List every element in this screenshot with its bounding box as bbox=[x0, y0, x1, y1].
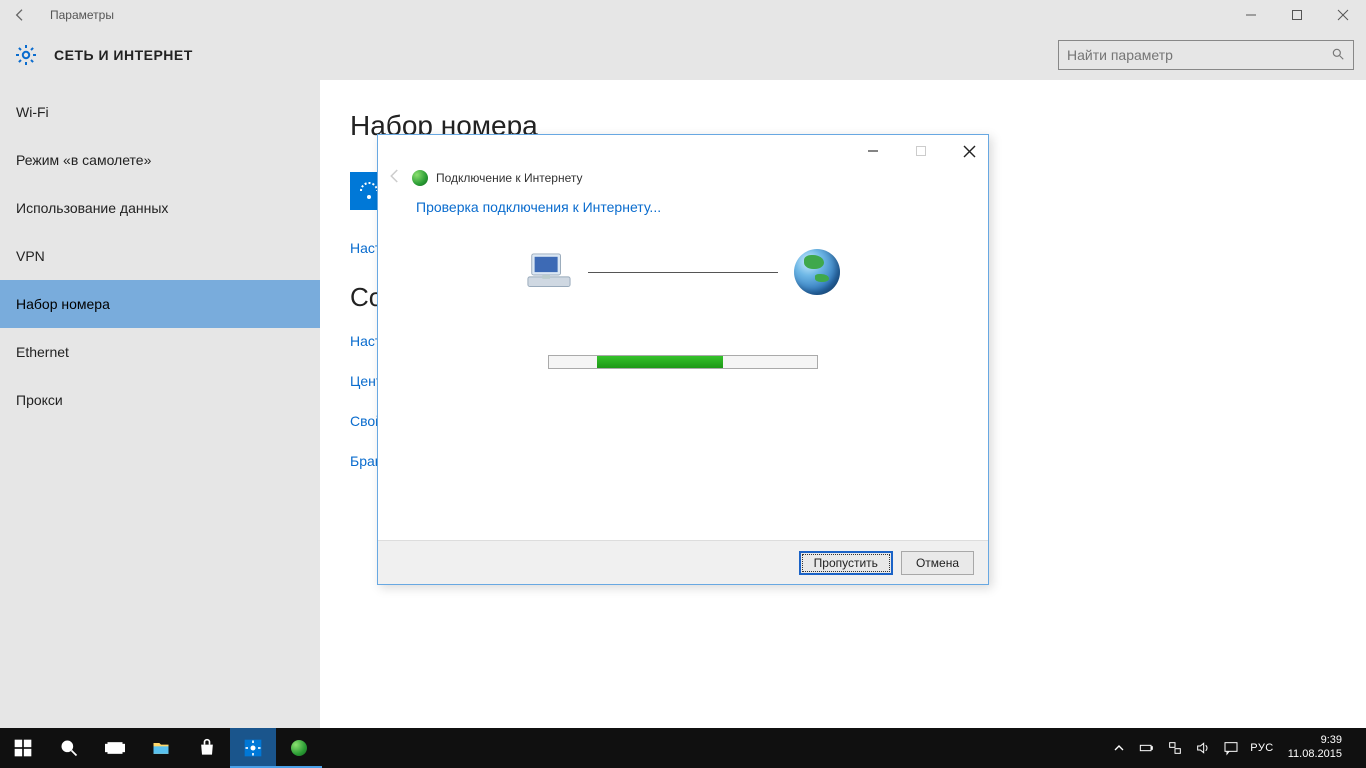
skip-button[interactable]: Пропустить bbox=[799, 551, 893, 575]
search-field[interactable] bbox=[1058, 40, 1354, 70]
window-title: Параметры bbox=[50, 8, 1228, 22]
wizard-heading: Проверка подключения к Интернету... bbox=[416, 199, 950, 215]
sidebar-item-wifi[interactable]: Wi-Fi bbox=[0, 88, 320, 136]
wizard-title: Подключение к Интернету bbox=[436, 171, 583, 185]
taskview-button[interactable] bbox=[92, 728, 138, 768]
clock-date: 11.08.2015 bbox=[1288, 748, 1342, 762]
wizard-taskbar-button[interactable] bbox=[276, 728, 322, 768]
computer-icon bbox=[526, 252, 572, 292]
wizard-globe-icon bbox=[412, 170, 428, 186]
language-indicator[interactable]: РУС bbox=[1250, 742, 1274, 754]
tray-chevron-icon[interactable] bbox=[1110, 739, 1128, 757]
cancel-button[interactable]: Отмена bbox=[901, 551, 974, 575]
connection-line-icon bbox=[588, 272, 778, 273]
volume-icon[interactable] bbox=[1194, 739, 1212, 757]
start-button[interactable] bbox=[0, 728, 46, 768]
sidebar-item-vpn[interactable]: VPN bbox=[0, 232, 320, 280]
settings-gear-icon bbox=[12, 41, 40, 69]
sidebar-item-airplane[interactable]: Режим «в самолете» bbox=[0, 136, 320, 184]
search-icon bbox=[1331, 47, 1345, 64]
wizard-close-button[interactable] bbox=[954, 139, 984, 163]
sidebar-item-ethernet[interactable]: Ethernet bbox=[0, 328, 320, 376]
page-title: СЕТЬ И ИНТЕРНЕТ bbox=[54, 47, 1058, 63]
search-button[interactable] bbox=[46, 728, 92, 768]
battery-icon[interactable] bbox=[1138, 739, 1156, 757]
clock-time: 9:39 bbox=[1288, 734, 1342, 748]
wizard-nav: Подключение к Интернету bbox=[378, 167, 988, 189]
sidebar-item-proxy[interactable]: Прокси bbox=[0, 376, 320, 424]
sidebar: Wi-Fi Режим «в самолете» Использование д… bbox=[0, 80, 320, 728]
explorer-taskbar-button[interactable] bbox=[138, 728, 184, 768]
sidebar-item-dialup[interactable]: Набор номера bbox=[0, 280, 320, 328]
taskbar: РУС 9:39 11.08.2015 bbox=[0, 728, 1366, 768]
wizard-titlebar bbox=[378, 135, 988, 167]
search-input[interactable] bbox=[1067, 47, 1331, 63]
sidebar-item-datausage[interactable]: Использование данных bbox=[0, 184, 320, 232]
store-taskbar-button[interactable] bbox=[184, 728, 230, 768]
maximize-button[interactable] bbox=[1274, 0, 1320, 30]
action-center-icon[interactable] bbox=[1222, 739, 1240, 757]
wizard-footer: Пропустить Отмена bbox=[378, 540, 988, 584]
system-tray: РУС 9:39 11.08.2015 bbox=[1110, 728, 1366, 768]
internet-globe-icon bbox=[794, 249, 840, 295]
connection-diagram bbox=[416, 249, 950, 295]
clock[interactable]: 9:39 11.08.2015 bbox=[1284, 734, 1346, 762]
close-button[interactable] bbox=[1320, 0, 1366, 30]
header: СЕТЬ И ИНТЕРНЕТ bbox=[0, 30, 1366, 80]
network-icon[interactable] bbox=[1166, 739, 1184, 757]
minimize-button[interactable] bbox=[1228, 0, 1274, 30]
internet-connection-wizard: Подключение к Интернету Проверка подключ… bbox=[377, 134, 989, 585]
wizard-maximize-button bbox=[906, 139, 936, 163]
wizard-minimize-button[interactable] bbox=[858, 139, 888, 163]
progress-bar bbox=[548, 355, 818, 369]
back-button[interactable] bbox=[0, 7, 40, 23]
wizard-back-icon bbox=[386, 167, 404, 190]
window-titlebar: Параметры bbox=[0, 0, 1366, 30]
settings-taskbar-button[interactable] bbox=[230, 728, 276, 768]
